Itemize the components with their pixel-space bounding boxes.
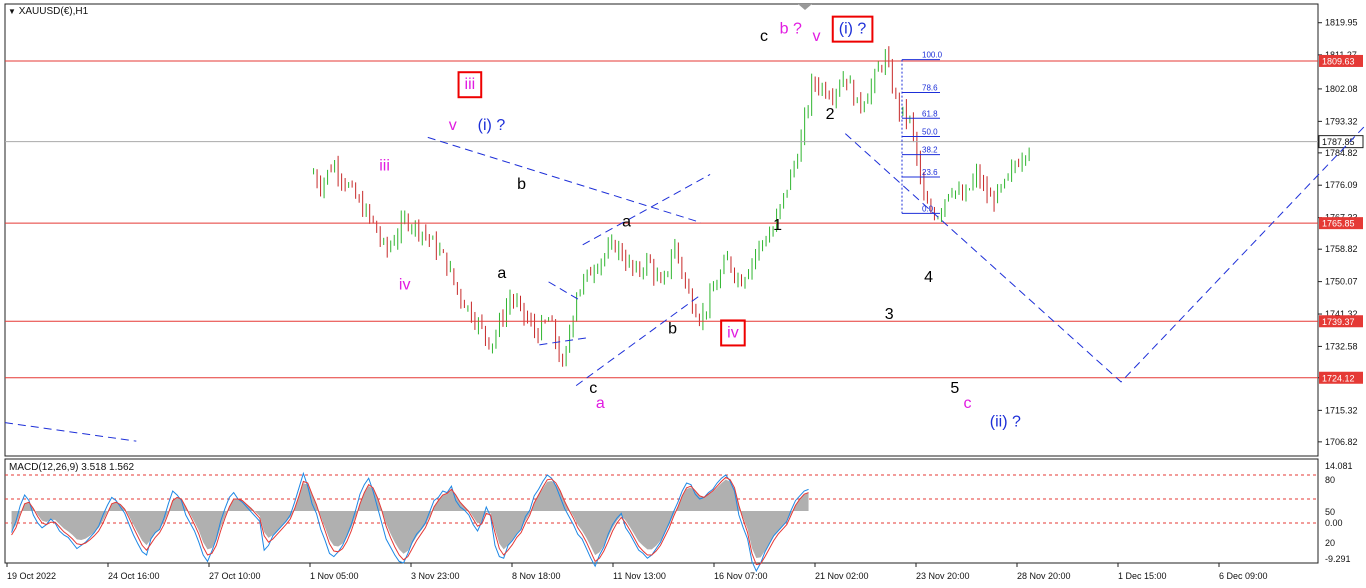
indicator-y-tick-label: -9.291	[1325, 554, 1351, 564]
x-tick-label: 3 Nov 23:00	[411, 571, 460, 581]
symbol-label: XAUUSD(€),H1	[18, 6, 89, 17]
indicator-y-tick-label: 0.00	[1325, 518, 1343, 528]
x-tick-label: 6 Dec 09:00	[1219, 571, 1268, 581]
fib-level-label: 61.8	[922, 109, 938, 118]
x-tick-label: 16 Nov 07:00	[714, 571, 768, 581]
wave-label: iv	[727, 324, 739, 341]
wave-label: a	[497, 265, 506, 282]
wave-label: c	[760, 28, 768, 45]
main-plot-frame	[4, 3, 1319, 457]
y-tick-label: 1819.95	[1325, 18, 1358, 28]
x-tick-label: 24 Oct 16:00	[108, 571, 160, 581]
y-tick-label: 1758.82	[1325, 244, 1358, 254]
price-level-label: 1765.85	[1322, 219, 1355, 229]
y-tick-label: 1750.07	[1325, 277, 1358, 287]
price-level-label: 1724.12	[1322, 373, 1355, 383]
wave-label: 2	[826, 106, 835, 123]
fib-level-label: 78.6	[922, 83, 938, 92]
wave-label: 1	[773, 217, 782, 234]
wave-label: v	[812, 28, 820, 45]
indicator-label: MACD(12,26,9) 3.518 1.562	[9, 462, 135, 473]
current-bar-marker	[798, 4, 812, 10]
wave-label: iii	[465, 76, 476, 93]
fib-level-label: 23.6	[922, 168, 938, 177]
wave-label: c	[963, 395, 971, 412]
wave-label: b	[517, 176, 526, 193]
fib-level-label: 0.0	[922, 204, 934, 213]
wave-label: b ?	[780, 21, 802, 38]
y-tick-label: 1784.82	[1325, 148, 1358, 158]
symbol-header: ▼ XAUUSD(€),H1	[8, 6, 88, 17]
fib-level-label: 50.0	[922, 127, 938, 136]
x-tick-label: 27 Oct 10:00	[209, 571, 261, 581]
y-tick-label: 1732.58	[1325, 341, 1358, 351]
price-level-label: 1809.63	[1322, 56, 1355, 66]
chart-canvas[interactable]: 1819.951811.271802.081793.321784.821776.…	[0, 0, 1366, 588]
indicator-y-tick-label: 80	[1325, 475, 1335, 485]
y-tick-label: 1706.82	[1325, 437, 1358, 447]
indicator-y-tick-label: 14.081	[1325, 461, 1353, 471]
wave-label: a	[622, 213, 631, 230]
trendline-left	[4, 422, 137, 442]
fib-level-label: 100.0	[922, 51, 943, 60]
channel-small-line	[548, 281, 581, 301]
triangle-upper-line	[427, 136, 702, 224]
channel-lower-left	[539, 336, 590, 346]
fib-level-label: 38.2	[922, 146, 938, 155]
wave-label: (i) ?	[478, 117, 506, 134]
wave-label: iii	[379, 158, 390, 175]
x-tick-label: 1 Dec 15:00	[1118, 571, 1167, 581]
channel-lower-line	[575, 296, 699, 387]
macd-histogram	[11, 479, 809, 559]
price-level-label: 1739.37	[1322, 317, 1355, 327]
wave-label: 4	[924, 269, 933, 286]
x-tick-label: 28 Nov 20:00	[1017, 571, 1071, 581]
x-tick-label: 8 Nov 18:00	[512, 571, 561, 581]
x-tick-label: 11 Nov 13:00	[613, 571, 666, 581]
wave-label: iv	[399, 276, 411, 293]
indicator-y-tick-label: 50	[1325, 507, 1335, 517]
wave-label: a	[596, 395, 605, 412]
y-tick-label: 1715.32	[1325, 405, 1358, 415]
y-tick-label: 1776.09	[1325, 180, 1358, 190]
x-tick-label: 23 Nov 20:00	[916, 571, 970, 581]
indicator-header: MACD(12,26,9) 3.518 1.562	[9, 462, 134, 473]
wave-label: (ii) ?	[990, 413, 1021, 430]
wave-label: v	[449, 117, 457, 134]
wave-label: b	[668, 321, 677, 338]
x-tick-label: 19 Oct 2022	[7, 571, 56, 581]
y-tick-label: 1802.08	[1325, 84, 1358, 94]
x-tick-label: 21 Nov 02:00	[815, 571, 869, 581]
x-tick-label: 1 Nov 05:00	[310, 571, 359, 581]
wave-label: 5	[950, 380, 959, 397]
channel-upper-line	[582, 173, 711, 246]
header-dropdown-icon[interactable]: ▼	[8, 7, 16, 16]
indicator-y-tick-label: 20	[1325, 538, 1335, 548]
y-tick-label: 1793.32	[1325, 116, 1358, 126]
wave-label: 3	[885, 306, 894, 323]
wave-label: (i) ?	[839, 21, 867, 38]
